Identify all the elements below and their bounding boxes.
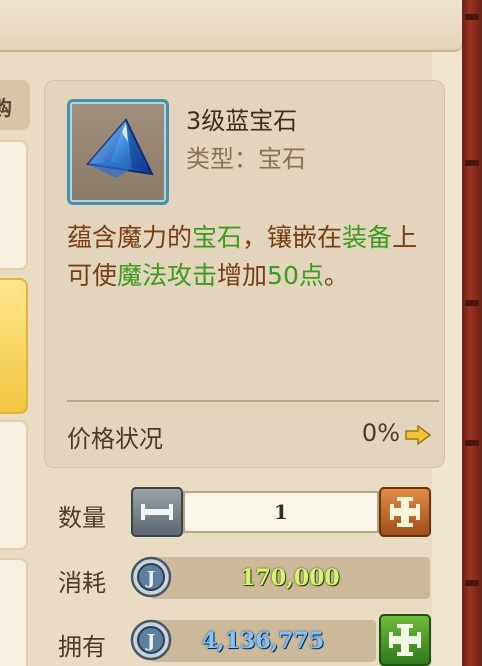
description-text: 。 (323, 261, 349, 290)
arrow-right-icon[interactable] (404, 425, 432, 445)
item-info-panel: 3级蓝宝石 类型：宝石 蕴含魔力的宝石，镶嵌在装备上可使魔法攻击增加50点。 价… (44, 80, 445, 468)
decrease-quantity-button[interactable] (131, 487, 183, 537)
item-icon-frame (67, 99, 169, 205)
item-type: 类型：宝石 (186, 145, 306, 173)
tab-purchase-label: 购 (0, 96, 12, 120)
cost-label: 消耗 (58, 569, 106, 597)
minus-icon (141, 504, 173, 520)
svg-text:J: J (145, 631, 156, 652)
description-text: 增加 (217, 261, 268, 290)
description-highlight: 宝石 (192, 223, 243, 252)
list-item[interactable] (0, 420, 28, 550)
plus-icon (390, 497, 420, 527)
price-status-label: 价格状况 (67, 425, 163, 453)
right-wooden-frame (462, 0, 482, 666)
tab-purchase[interactable]: 购 (0, 80, 30, 130)
silver-coin-icon: J (130, 619, 172, 661)
list-item[interactable] (0, 140, 28, 270)
add-currency-button[interactable] (379, 614, 431, 666)
svg-text:J: J (145, 568, 156, 589)
description-highlight: 装备 (342, 223, 393, 252)
divider (67, 400, 439, 402)
top-header-strip (0, 0, 463, 52)
item-name: 3级蓝宝石 (186, 107, 298, 135)
description-highlight: 50点 (267, 261, 324, 290)
plus-icon (389, 624, 421, 656)
increase-quantity-button[interactable] (379, 487, 431, 537)
item-list-column: 购 (0, 80, 30, 666)
blue-gem-icon (86, 118, 154, 178)
description-text: 蕴含魔力的 (67, 223, 193, 252)
list-item-selected[interactable] (0, 278, 28, 414)
list-item[interactable] (0, 558, 28, 666)
silver-coin-icon: J (130, 556, 172, 598)
description-text: ，镶嵌在 (242, 223, 343, 252)
cost-value: 170,000 (150, 557, 430, 599)
price-status-value: 0% (361, 419, 400, 447)
description-highlight: 魔法攻击 (117, 261, 218, 290)
quantity-input[interactable]: 1 (183, 491, 379, 533)
quantity-label: 数量 (58, 504, 106, 532)
item-description: 蕴含魔力的宝石，镶嵌在装备上可使魔法攻击增加50点。 (67, 219, 439, 295)
owned-value: 4,136,775 (150, 620, 376, 662)
owned-label: 拥有 (58, 633, 106, 661)
